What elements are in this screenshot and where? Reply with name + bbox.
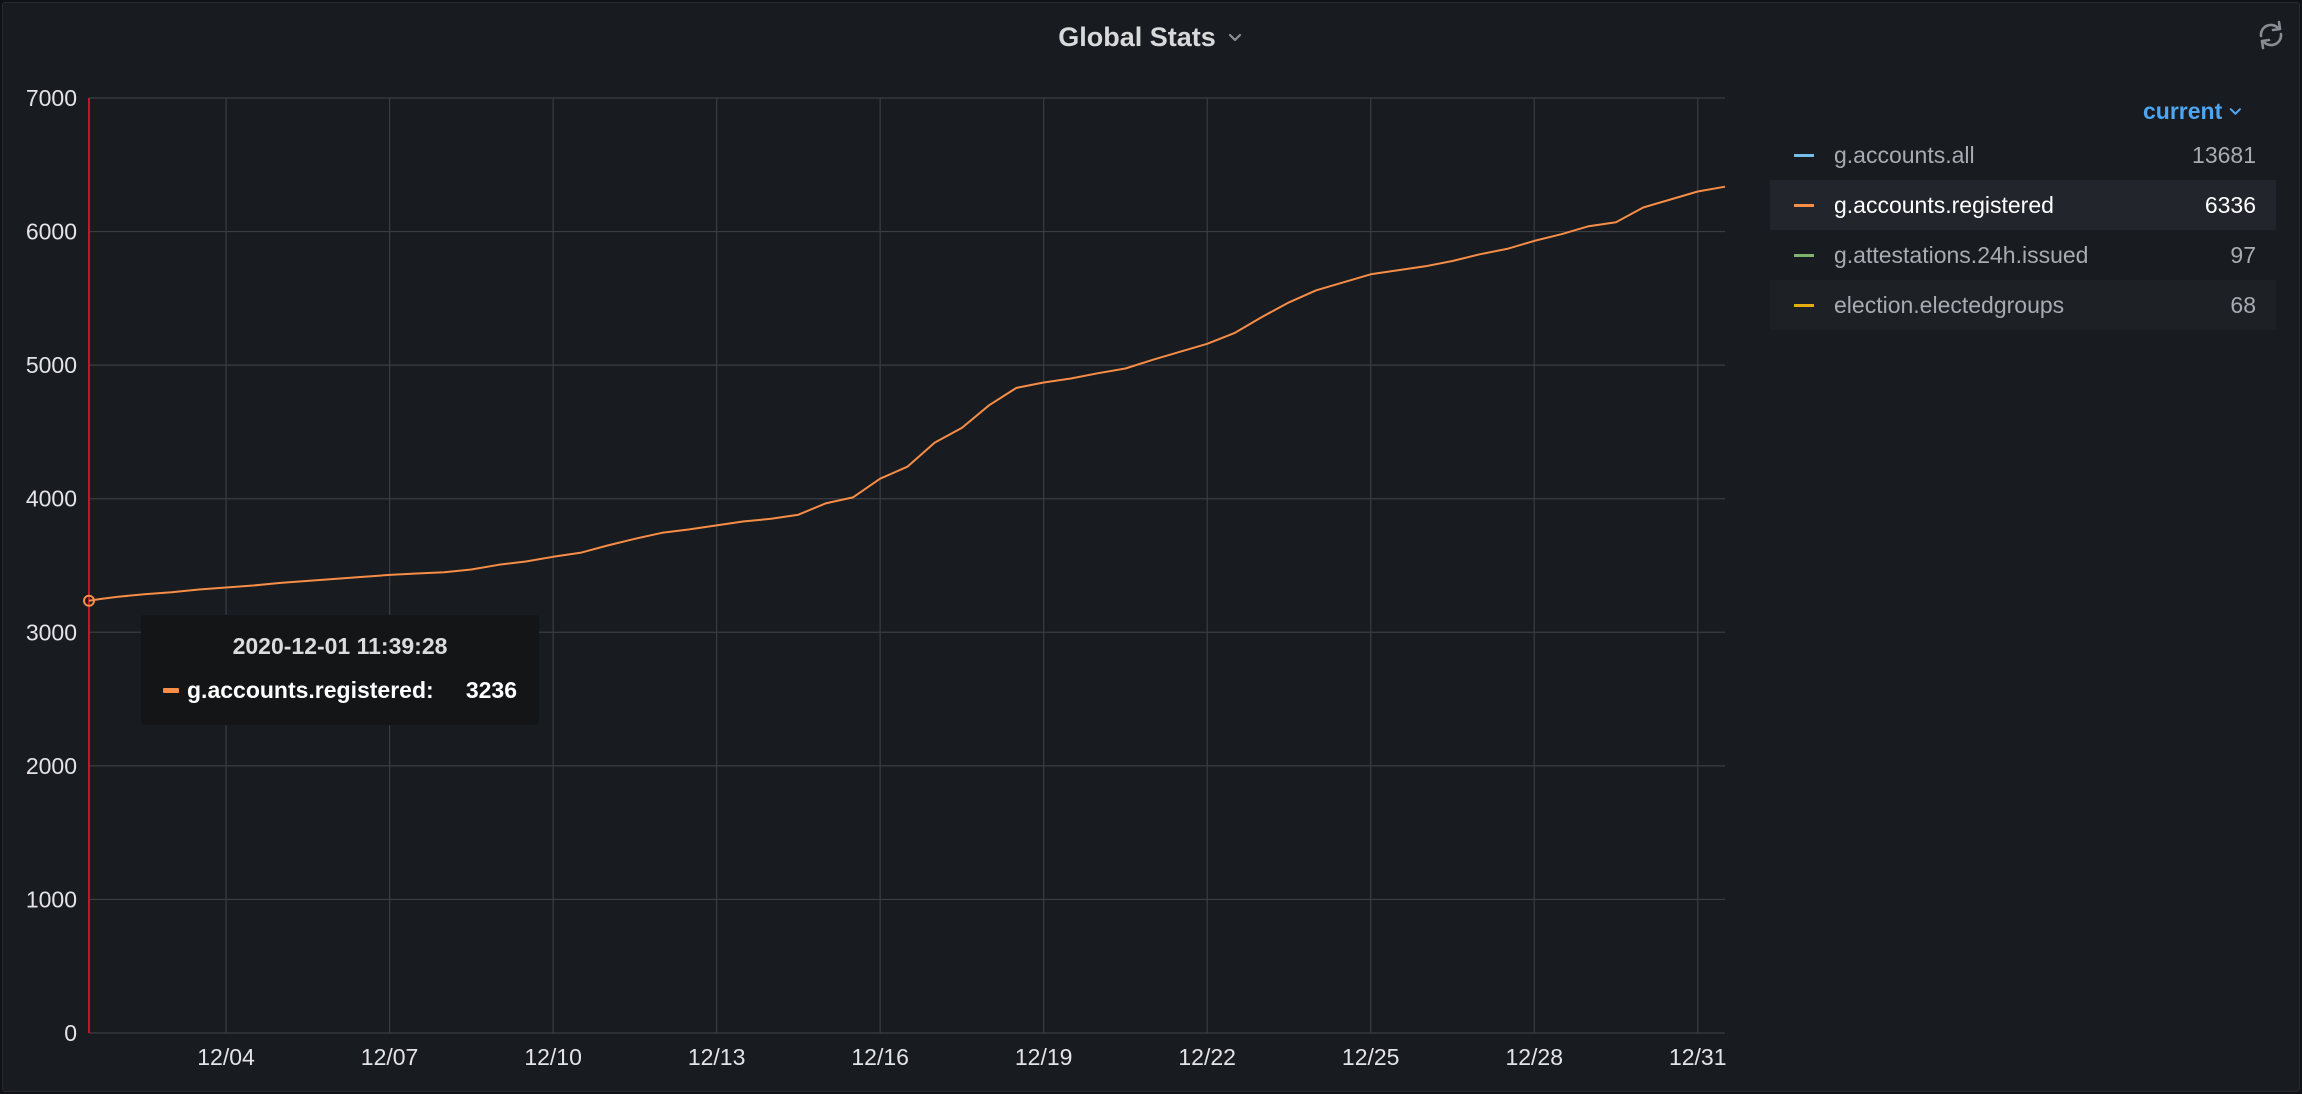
tooltip-series-value: 3236: [465, 676, 517, 703]
legend-item[interactable]: g.accounts.all 13681: [1770, 130, 2276, 180]
series-line-g-accounts-registered: [88, 185, 1726, 602]
legend-series-name: g.accounts.all: [1834, 141, 1975, 168]
tooltip-swatch: [163, 687, 179, 693]
legend-swatch: [1794, 304, 1814, 307]
tooltip-series-name: g.accounts.registered:: [187, 676, 434, 703]
x-tick-label: 12/19: [1015, 1044, 1073, 1070]
legend-mode-dropdown[interactable]: current: [2143, 93, 2243, 129]
legend-series-name: g.accounts.registered: [1834, 191, 2054, 218]
tooltip-timestamp: 2020-12-01 11:39:28: [232, 633, 448, 659]
panel-title: Global Stats: [1058, 21, 1216, 52]
legend-series-name: g.attestations.24h.issued: [1834, 241, 2089, 268]
x-tick-label: 12/16: [851, 1044, 909, 1070]
x-tick-label: 12/25: [1342, 1044, 1400, 1070]
chevron-down-icon: [2230, 108, 2242, 115]
refresh-icon[interactable]: [2253, 17, 2289, 53]
legend-item[interactable]: election.electedgroups 68: [1770, 280, 2276, 330]
legend-series-value: 13681: [2192, 141, 2256, 168]
legend-item[interactable]: g.accounts.registered 6336: [1770, 180, 2276, 230]
legend-swatch: [1794, 154, 1814, 157]
y-tick-label: 4000: [26, 486, 77, 512]
legend-series-value: 97: [2230, 241, 2256, 268]
y-tick-label: 5000: [26, 352, 77, 378]
legend-swatch: [1794, 254, 1814, 257]
legend-series-name: election.electedgroups: [1834, 291, 2065, 318]
legend-series-value: 68: [2230, 291, 2256, 318]
y-tick-label: 2000: [26, 753, 77, 779]
x-tick-label: 12/07: [361, 1044, 419, 1070]
x-tick-label: 12/13: [688, 1044, 746, 1070]
graph-panel: 0 1000 2000 3000 4000 5000 6000 7000 12/04 12/07 1…: [2, 2, 2300, 1092]
legend-series-value: 6336: [2204, 191, 2256, 218]
x-tick-label: 12/10: [524, 1044, 582, 1070]
hover-tooltip: 2020-12-01 11:39:28 g.accounts.registere…: [141, 615, 539, 725]
y-tick-label: 7000: [26, 85, 77, 111]
legend-item[interactable]: g.attestations.24h.issued 97: [1770, 230, 2276, 280]
x-tick-label: 12/28: [1505, 1044, 1563, 1070]
y-tick-label: 0: [64, 1020, 77, 1046]
x-tick-label: 12/22: [1178, 1044, 1236, 1070]
panel-header: Global Stats: [3, 11, 2299, 63]
x-tick-label: 12/31: [1669, 1044, 1727, 1070]
y-tick-label: 3000: [26, 619, 77, 645]
chevron-down-icon: [1228, 33, 1241, 42]
panel-title-menu[interactable]: Global Stats: [1058, 22, 1244, 53]
legend: g.accounts.all 13681 g.accounts.register…: [1770, 130, 2276, 330]
legend-mode-label: current: [2143, 97, 2223, 124]
y-tick-label: 1000: [26, 886, 77, 912]
tooltip-series-row: g.accounts.registered: 3236: [163, 675, 523, 705]
legend-swatch: [1794, 204, 1814, 207]
y-tick-label: 6000: [26, 219, 77, 245]
x-tick-label: 12/04: [197, 1044, 255, 1070]
